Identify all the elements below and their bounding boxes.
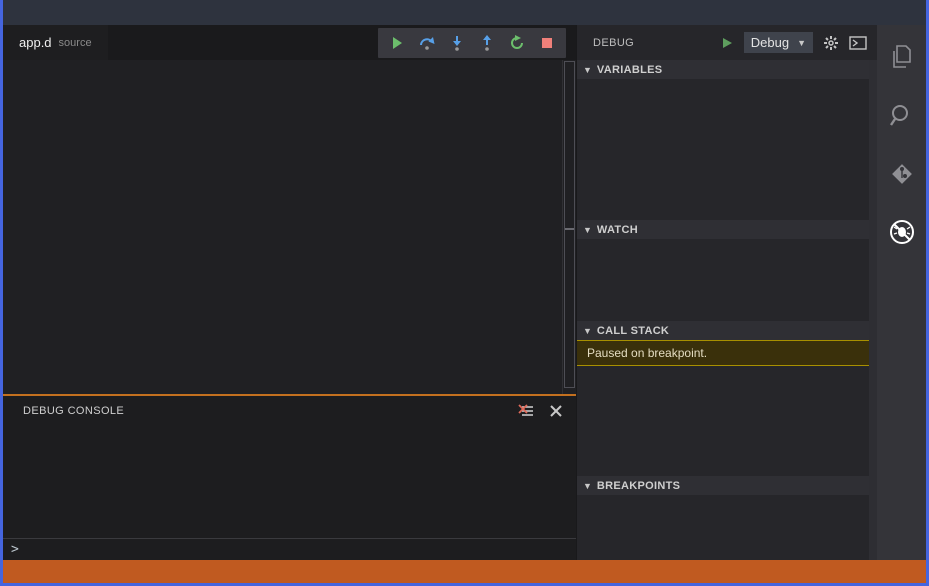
editor-scrollbar-thumb[interactable] <box>564 61 575 388</box>
variables-list <box>577 79 877 220</box>
debug-sidebar-header: DEBUG Debug ▼ <box>577 25 877 60</box>
chevron-down-icon: ▼ <box>583 480 592 491</box>
debug-bug-icon <box>889 220 914 244</box>
stop-icon <box>542 37 552 48</box>
menu-bar <box>3 0 926 25</box>
debug-console-input[interactable]: > <box>3 538 576 560</box>
breakpoints-list <box>577 495 877 560</box>
sidebar-item-search[interactable] <box>877 99 926 133</box>
status-bar <box>3 560 926 583</box>
sidebar-title: DEBUG <box>593 36 635 49</box>
files-icon <box>892 45 911 68</box>
section-header-watch[interactable]: ▼ WATCH <box>577 220 877 239</box>
debug-sidebar: DEBUG Debug ▼ ▼ VARIABLES ▼ WATCH ▼ CALL… <box>576 25 877 560</box>
section-header-variables[interactable]: ▼ VARIABLES <box>577 60 877 79</box>
close-icon[interactable] <box>550 405 562 417</box>
restart-button[interactable] <box>502 28 532 58</box>
gear-icon[interactable] <box>823 35 839 51</box>
debug-console-title: DEBUG CONSOLE <box>23 405 125 417</box>
step-out-icon <box>483 34 491 51</box>
debug-console-panel: DEBUG CONSOLE > <box>3 394 576 560</box>
sidebar-item-explorer[interactable] <box>877 41 926 75</box>
editor-column: app.d source DEBUG CONSOLE > <box>3 25 576 560</box>
activity-bar <box>877 25 926 560</box>
debug-config-value: Debug <box>750 35 790 50</box>
start-debug-icon[interactable] <box>720 36 734 50</box>
scrollbar-mark <box>565 228 574 230</box>
open-console-icon[interactable] <box>849 35 867 50</box>
tab-bar: app.d source <box>3 25 576 60</box>
tab-title: app.d <box>19 35 52 50</box>
debug-console-header: DEBUG CONSOLE <box>3 396 576 426</box>
call-stack-list <box>577 366 877 476</box>
debug-config-dropdown[interactable]: Debug ▼ <box>743 32 813 53</box>
step-out-button[interactable] <box>472 28 502 58</box>
watch-list <box>577 239 877 321</box>
tab-subtitle: source <box>58 36 92 49</box>
chevron-down-icon: ▼ <box>583 325 592 336</box>
restart-icon <box>511 34 523 49</box>
tab-appd[interactable]: app.d source <box>3 25 108 60</box>
chevron-down-icon: ▼ <box>797 37 806 48</box>
continue-icon <box>393 36 402 49</box>
main-area: app.d source DEBUG CONSOLE > DEBUG Debug… <box>3 25 926 560</box>
step-over-icon <box>420 36 435 50</box>
git-icon <box>891 164 912 184</box>
vscode-window: app.d source DEBUG CONSOLE > DEBUG Debug… <box>0 0 929 586</box>
paused-banner: Paused on breakpoint. <box>577 340 877 366</box>
section-header-breakpoints[interactable]: ▼ BREAKPOINTS <box>577 476 877 495</box>
chevron-down-icon: ▼ <box>583 64 592 75</box>
code-editor[interactable] <box>3 60 576 394</box>
sidebar-item-debug[interactable] <box>877 215 926 249</box>
debug-toolbar <box>378 27 566 58</box>
stop-button[interactable] <box>532 28 562 58</box>
clear-console-icon[interactable] <box>518 404 534 418</box>
step-into-button[interactable] <box>442 28 472 58</box>
continue-button[interactable] <box>382 28 412 58</box>
sidebar-item-source-control[interactable] <box>877 157 926 191</box>
step-over-button[interactable] <box>412 28 442 58</box>
search-icon <box>889 105 908 126</box>
editor-scrollbar[interactable] <box>562 60 576 394</box>
section-header-call-stack[interactable]: ▼ CALL STACK <box>577 321 877 340</box>
step-into-icon <box>453 35 461 51</box>
chevron-down-icon: ▼ <box>583 224 592 235</box>
